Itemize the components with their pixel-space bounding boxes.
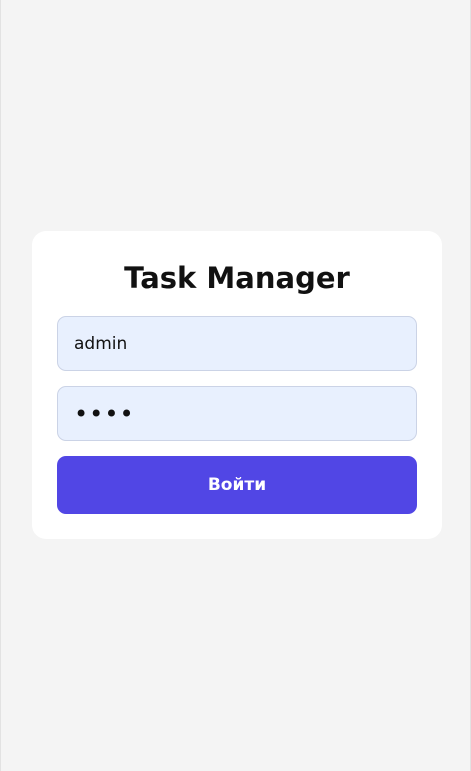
page-title: Task Manager	[124, 261, 350, 295]
login-button[interactable]: Войти	[57, 456, 417, 514]
password-input[interactable]	[57, 386, 417, 441]
username-input[interactable]	[57, 316, 417, 371]
login-card: Task Manager Войти	[32, 231, 442, 539]
